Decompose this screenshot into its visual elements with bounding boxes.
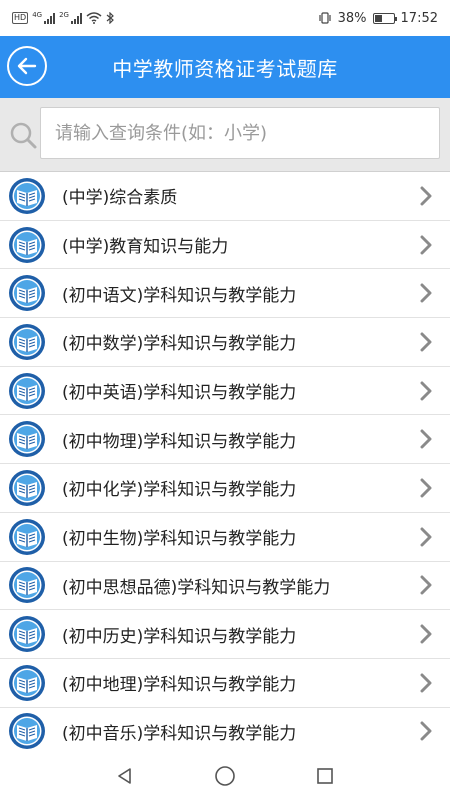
list-item-label: (初中音乐)学科知识与教学能力 [62,723,297,744]
list-item-label: (初中思想品德)学科知识与教学能力 [62,577,331,598]
chevron-right-icon [420,283,432,303]
book-emblem-icon [9,469,45,506]
nav-recent-button[interactable] [310,761,340,791]
list-item-label: (中学)教育知识与能力 [62,237,229,258]
list-item[interactable]: (初中思想品德)学科知识与教学能力 [0,562,450,611]
network-type-label-2: 2G [59,11,69,19]
list-item-label: (初中数学)学科知识与教学能力 [62,334,297,355]
battery-icon [372,12,397,24]
list-item[interactable]: (初中生物)学科知识与教学能力 [0,513,450,562]
page-title: 中学教师资格证考试题库 [112,56,338,81]
book-emblem-icon [9,518,45,555]
chevron-right-icon [420,575,432,595]
list-item-label: (初中生物)学科知识与教学能力 [62,529,297,550]
back-button[interactable] [7,46,47,86]
list-item-label: (初中地理)学科知识与教学能力 [62,675,297,696]
book-emblem-icon [9,421,45,458]
list-item[interactable]: (初中音乐)学科知识与教学能力 [0,708,450,756]
app-header: 中学教师资格证考试题库 [0,36,450,98]
list-item-label: (中学)综合素质 [62,188,178,209]
book-emblem-icon [9,323,45,360]
list-item[interactable]: (初中英语)学科知识与教学能力 [0,367,450,416]
book-emblem-icon [9,616,45,653]
list-item-label: (初中历史)学科知识与教学能力 [62,626,297,647]
chevron-right-icon [420,381,432,401]
chevron-right-icon [420,673,432,693]
list-item[interactable]: (初中历史)学科知识与教学能力 [0,610,450,659]
wifi-icon [86,12,102,24]
chevron-right-icon [420,624,432,644]
book-emblem-icon [9,275,45,312]
subject-list: (中学)综合素质 (中学)教育知识与能力 (初中语文)学科知识与教学能力 (初中数学)… [0,172,450,756]
book-emblem-icon [9,664,45,701]
chevron-right-icon [420,721,432,741]
chevron-right-icon [420,235,432,255]
list-item-label: (初中化学)学科知识与教学能力 [62,480,297,501]
search-input[interactable] [40,107,440,159]
list-item-label: (初中语文)学科知识与教学能力 [62,285,297,306]
chevron-right-icon [420,332,432,352]
battery-percent: 38% [337,10,367,26]
book-emblem-icon [9,177,45,214]
book-emblem-icon [9,226,45,263]
list-item[interactable]: (中学)教育知识与能力 [0,221,450,270]
list-item[interactable]: (初中语文)学科知识与教学能力 [0,269,450,319]
signal-icon [44,12,56,24]
nav-home-button[interactable] [210,761,240,791]
status-bar-right: 38% 17:52 [318,11,438,26]
list-item[interactable]: (中学)综合素质 [0,172,450,221]
list-item-label: (初中英语)学科知识与教学能力 [62,383,297,404]
list-item[interactable]: (初中数学)学科知识与教学能力 [0,318,450,367]
list-item[interactable]: (初中物理)学科知识与教学能力 [0,415,450,465]
signal-icon-2 [70,12,82,24]
status-bar-left: HD 4G 2G [12,11,114,24]
bluetooth-icon [106,12,114,24]
network-type-label: 4G [32,11,43,19]
vibrate-icon [319,12,331,24]
triangle-back-icon [118,768,131,784]
square-recent-icon [317,768,333,784]
circle-home-icon [215,766,235,786]
clock: 17:52 [400,10,438,26]
book-emblem-icon [9,567,45,604]
book-emblem-icon [9,713,45,750]
status-bar: HD 4G 2G 38% 17:52 [0,0,450,36]
system-nav-bar [0,752,450,800]
arrow-left-icon [17,57,37,75]
chevron-right-icon [420,527,432,547]
search-icon[interactable] [8,120,38,150]
chevron-right-icon [420,429,432,449]
chevron-right-icon [420,478,432,498]
chevron-right-icon [420,186,432,206]
list-item-label: (初中物理)学科知识与教学能力 [62,431,297,452]
list-item[interactable]: (初中地理)学科知识与教学能力 [0,659,450,708]
hd-icon: HD [12,12,29,24]
book-emblem-icon [9,372,45,409]
search-bar [0,98,450,172]
nav-back-button[interactable] [110,761,140,791]
list-item[interactable]: (初中化学)学科知识与教学能力 [0,464,450,513]
